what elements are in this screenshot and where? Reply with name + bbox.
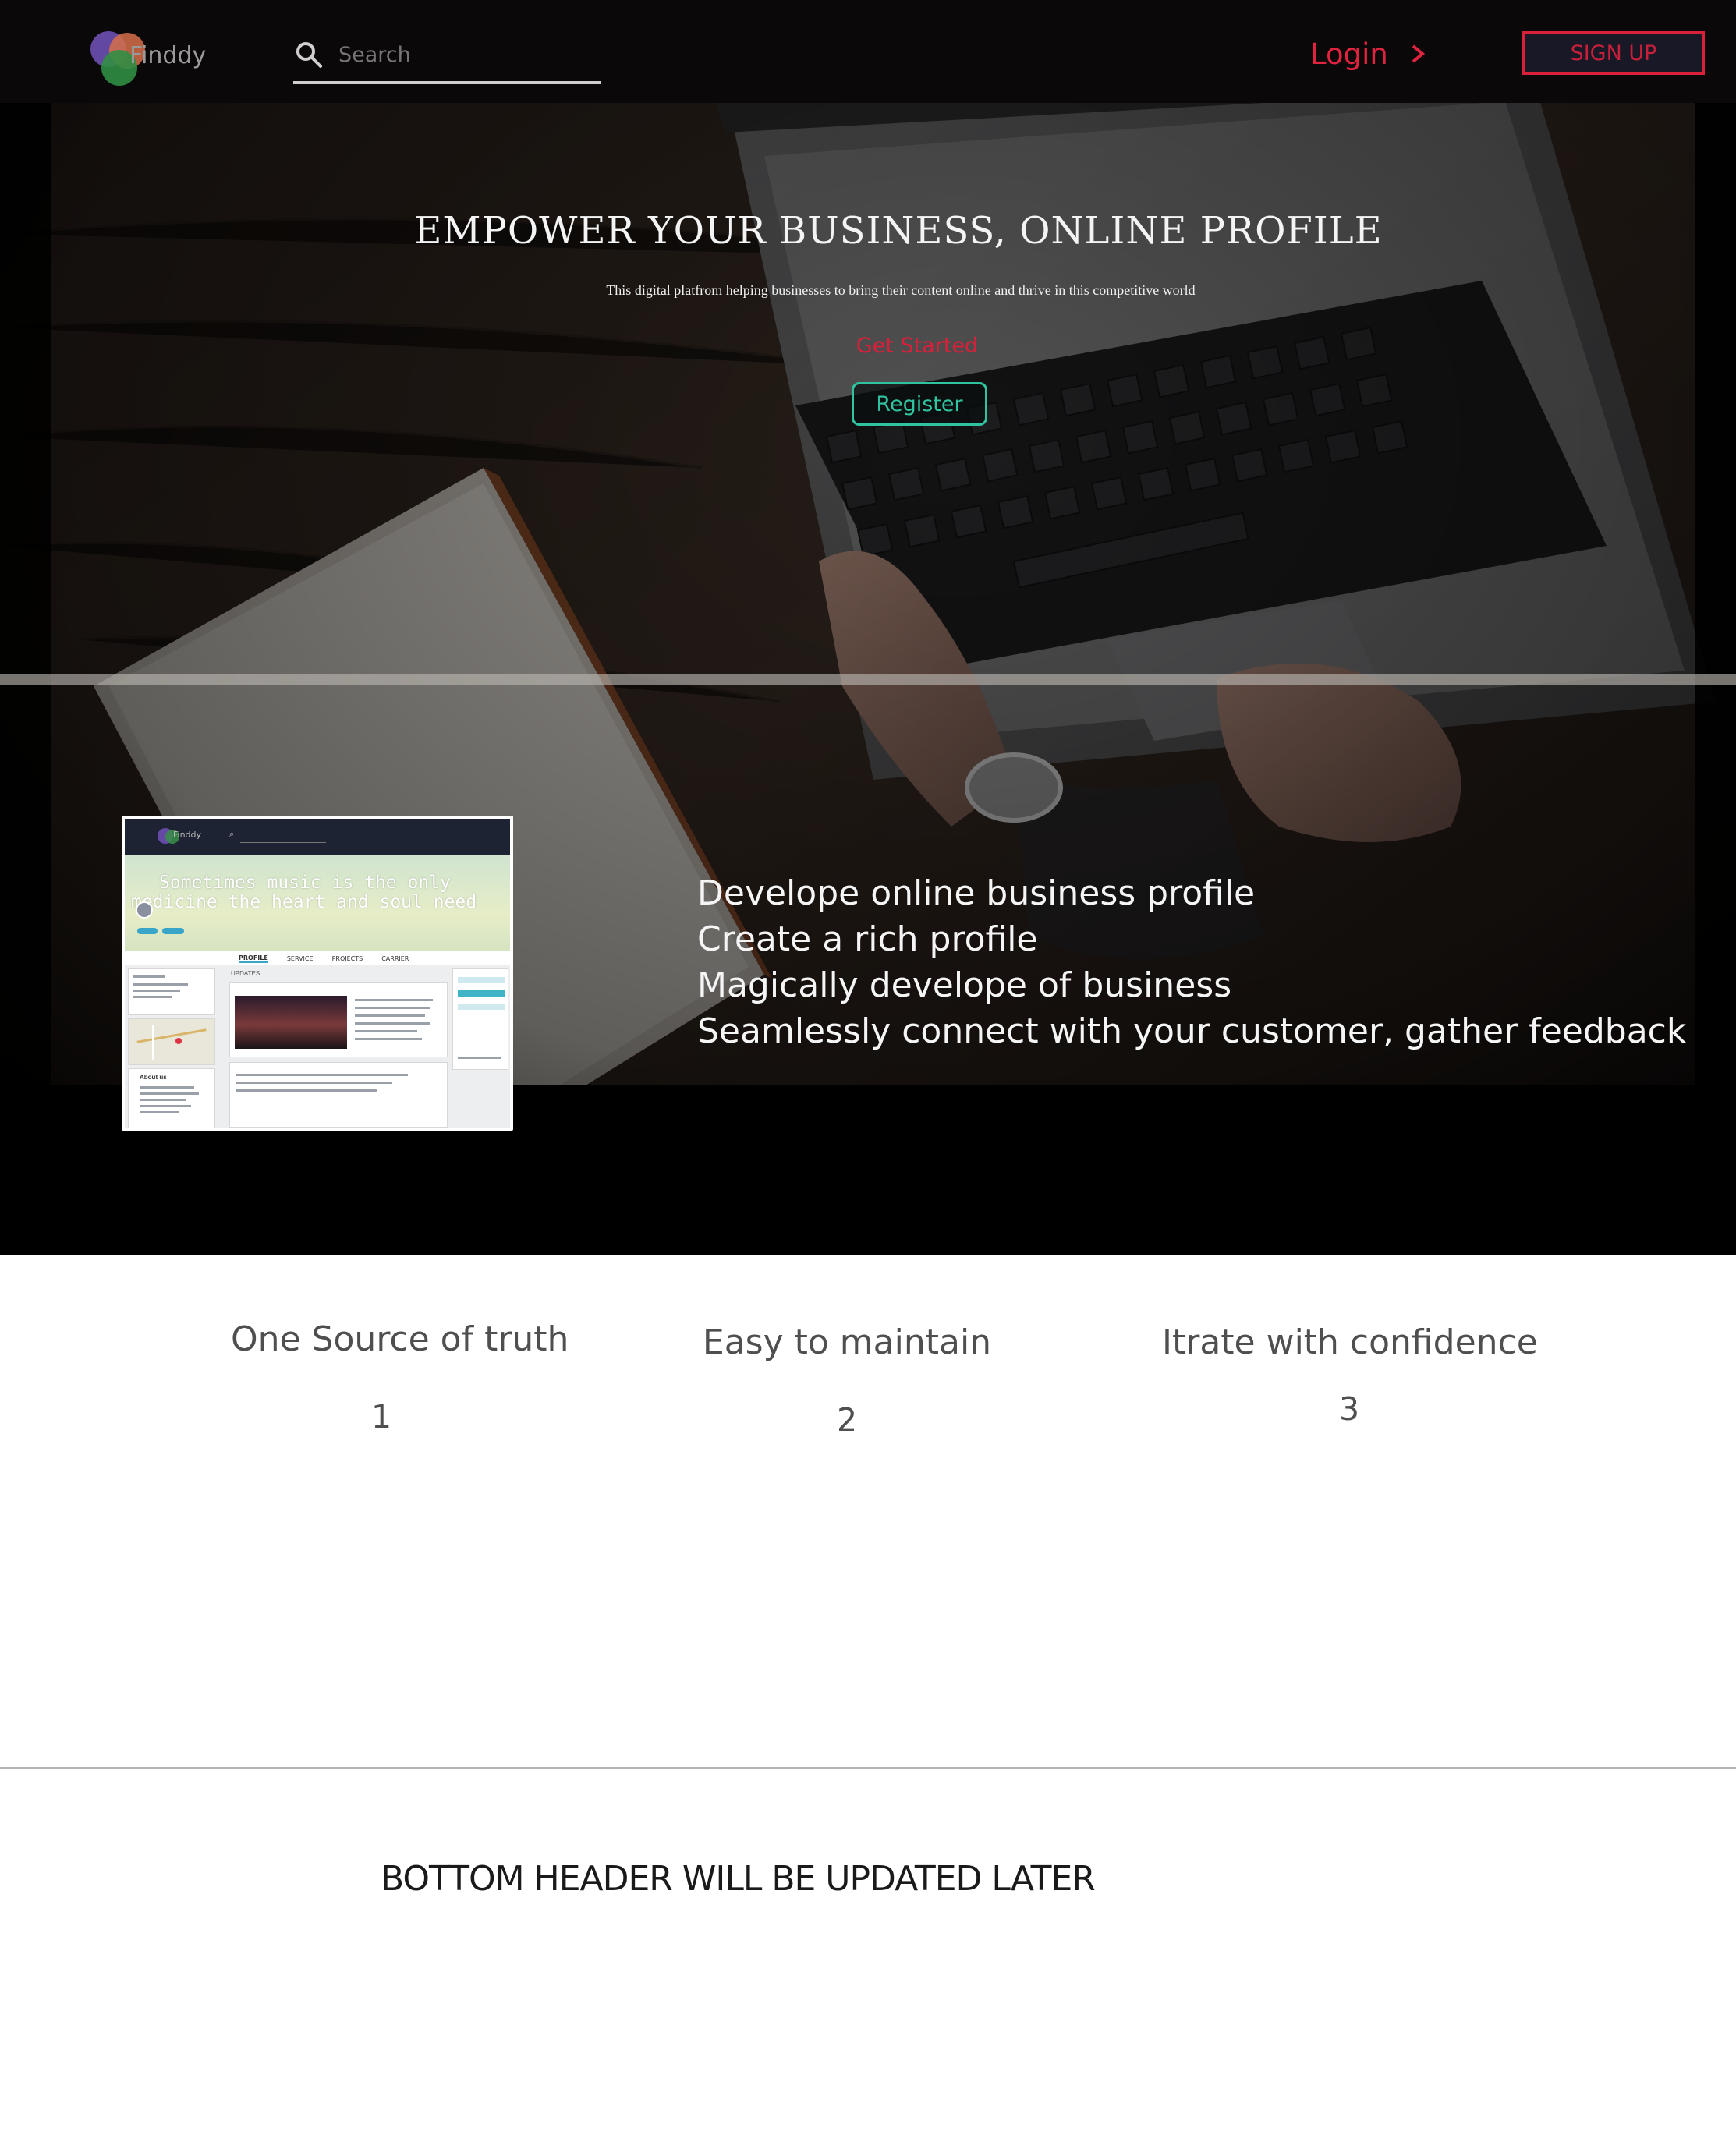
pillar-3: Itrate with confidence 3 xyxy=(1162,1322,1538,1428)
hero-title: EMPOWER YOUR BUSINESS, ONLINE PROFILE xyxy=(414,209,1383,253)
preview-quote: Sometimes music is the only medicine the… xyxy=(131,873,477,912)
profile-preview-image: Finddy ⌕ Sometimes music is the only med… xyxy=(122,816,513,1131)
get-started-link[interactable]: Get Started xyxy=(0,334,1736,358)
search-icon xyxy=(296,42,322,68)
login-label: Login xyxy=(1310,37,1388,71)
footer-divider xyxy=(0,1767,1736,1769)
preview-body: About us UPDATES xyxy=(125,965,510,1128)
login-link[interactable]: Login xyxy=(1310,34,1427,73)
brand-name: Finddy xyxy=(129,42,207,69)
hero-section: EMPOWER YOUR BUSINESS, ONLINE PROFILE Th… xyxy=(0,0,1736,1255)
pillar-number: 1 xyxy=(370,1398,392,1436)
footer-text: BOTTOM HEADER WILL BE UPDATED LATER xyxy=(381,1859,1096,1899)
preview-tabs: PROFILE SERVICE PROJECTS CARRIER xyxy=(125,951,510,965)
feature-item: Develope online business profile xyxy=(697,873,1256,913)
brand-logo[interactable]: Finddy xyxy=(87,28,212,87)
pillar-title: One Source of truth xyxy=(231,1319,569,1359)
hero-divider xyxy=(0,674,1736,685)
pillar-title: Itrate with confidence xyxy=(1162,1322,1538,1362)
features-list: Develope online business profile Create … xyxy=(697,870,1711,1054)
hero-subtitle: This digital platfrom helping businesses… xyxy=(606,282,1196,298)
pillar-number: 2 xyxy=(836,1401,858,1439)
feature-item: Magically develope of business xyxy=(697,965,1232,1005)
search-bar[interactable] xyxy=(293,30,601,84)
feature-item: Create a rich profile xyxy=(697,919,1038,959)
pillar-title: Easy to maintain xyxy=(702,1322,992,1362)
signup-button[interactable]: SIGN UP xyxy=(1522,31,1705,75)
pillar-number: 3 xyxy=(1338,1390,1360,1428)
feature-item: Seamlessly connect with your customer, g… xyxy=(697,1011,1687,1051)
pillar-1: One Source of truth 1 xyxy=(231,1319,569,1436)
preview-logo-text: Finddy xyxy=(173,830,202,840)
chevron-right-icon xyxy=(1412,44,1425,63)
search-input[interactable] xyxy=(338,41,588,69)
pillar-2: Easy to maintain 2 xyxy=(691,1322,1003,1439)
preview-avatar xyxy=(136,901,153,919)
preview-search-icon: ⌕ xyxy=(229,830,235,839)
register-button[interactable]: Register xyxy=(852,382,987,426)
top-navbar: Finddy Login SIGN UP xyxy=(0,0,1736,103)
preview-navbar: Finddy ⌕ xyxy=(125,819,510,855)
